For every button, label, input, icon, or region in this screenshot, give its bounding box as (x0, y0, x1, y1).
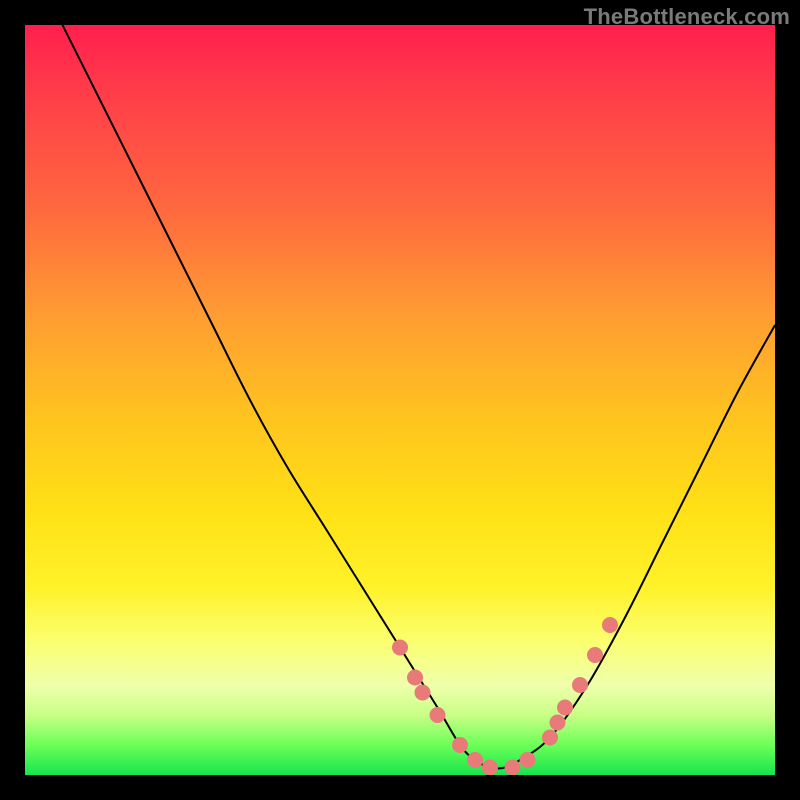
gradient-panel (25, 25, 775, 775)
watermark-text: TheBottleneck.com (584, 4, 790, 30)
chart-stage: TheBottleneck.com (0, 0, 800, 800)
